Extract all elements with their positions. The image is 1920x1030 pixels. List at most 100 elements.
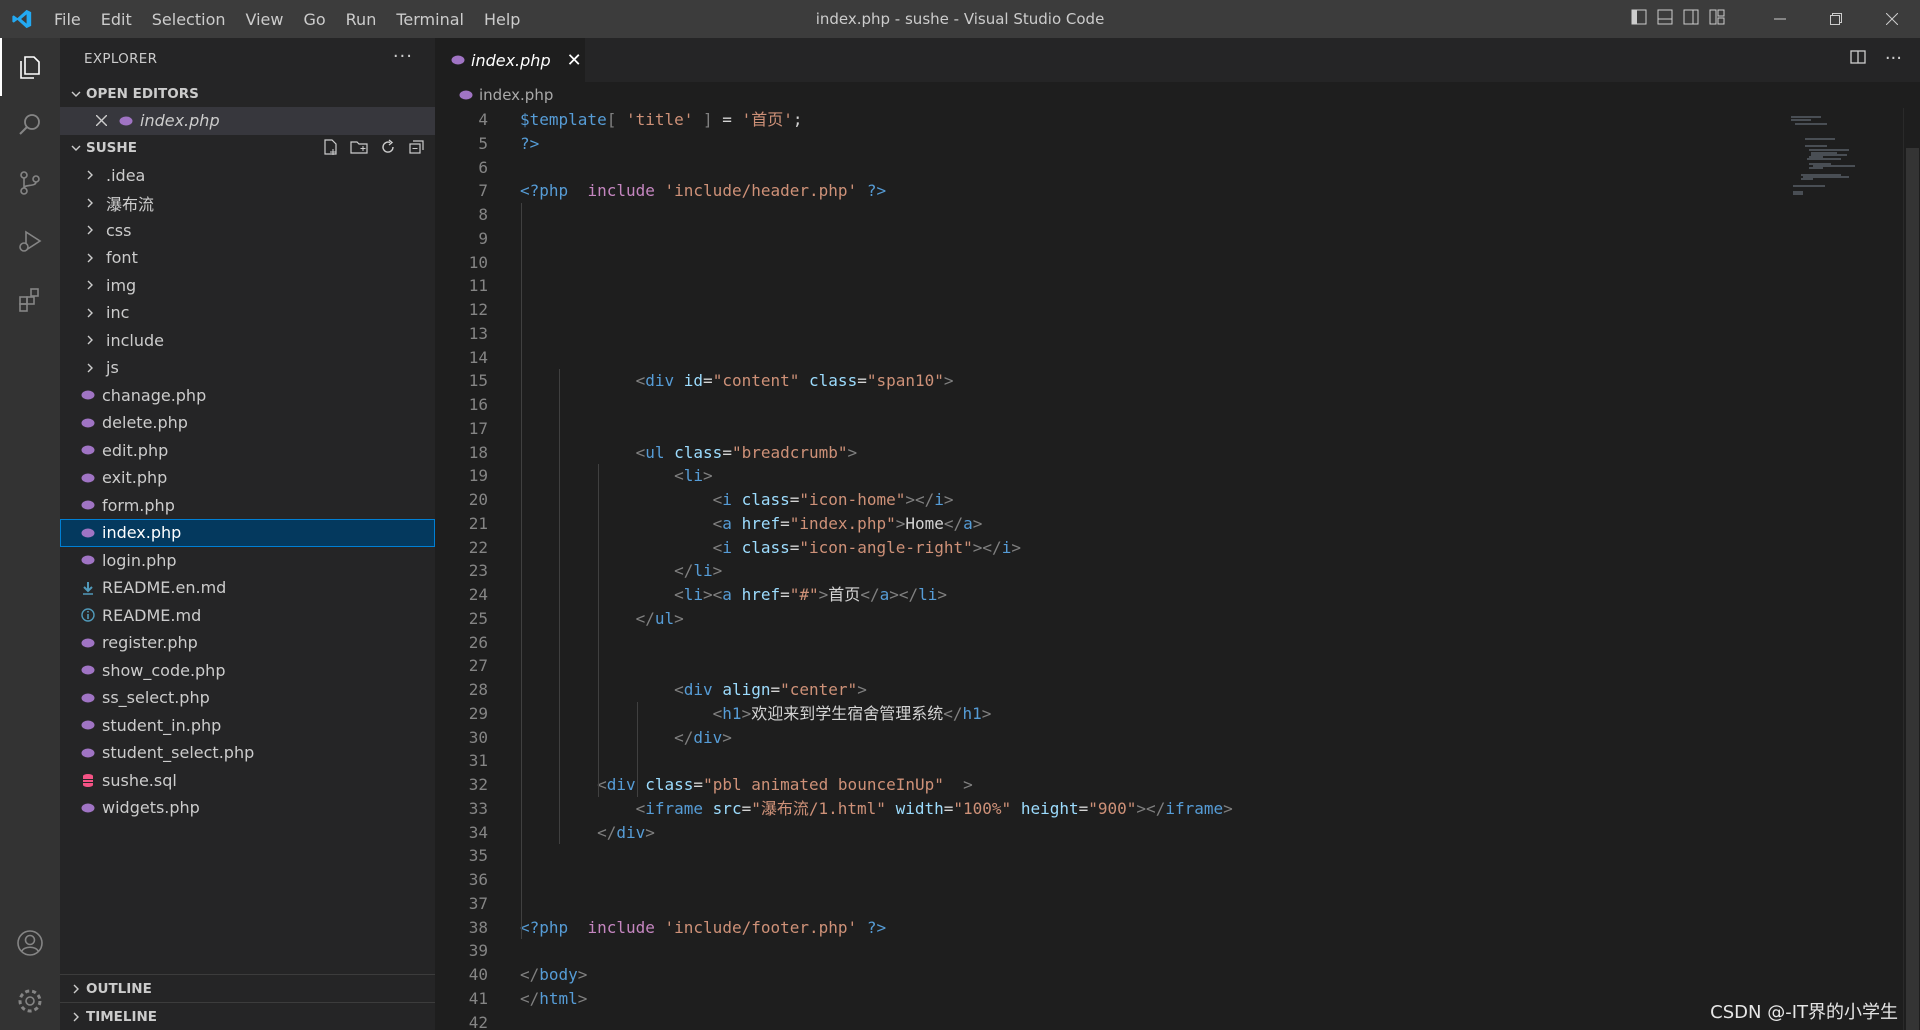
file-item[interactable]: exit.php [60, 464, 435, 492]
code-line[interactable]: 22 <i class="icon-angle-right"></i> [435, 536, 1785, 560]
file-item[interactable]: student_in.php [60, 712, 435, 740]
new-folder-icon[interactable] [349, 138, 369, 160]
toggle-panel-icon[interactable] [1656, 8, 1674, 30]
collapse-all-icon[interactable] [407, 138, 425, 160]
code-line[interactable]: 6 [435, 156, 1785, 180]
close-window-button[interactable] [1864, 0, 1920, 38]
folder-item[interactable]: include [60, 327, 435, 355]
menu-item-file[interactable]: File [44, 10, 91, 29]
refresh-icon[interactable] [379, 138, 397, 160]
file-item[interactable]: index.php [60, 519, 435, 547]
folder-item[interactable]: font [60, 244, 435, 272]
folder-item[interactable]: .idea [60, 162, 435, 190]
minimize-button[interactable] [1752, 0, 1808, 38]
folder-item[interactable]: js [60, 354, 435, 382]
breadcrumb-file[interactable]: index.php [479, 86, 553, 104]
more-actions-icon[interactable]: ··· [393, 46, 413, 67]
minimap[interactable] [1785, 108, 1903, 1030]
explorer-files-icon[interactable] [0, 38, 60, 96]
code-line[interactable]: 11 [435, 274, 1785, 298]
menu-item-selection[interactable]: Selection [142, 10, 236, 29]
code-line[interactable]: 27 [435, 654, 1785, 678]
customize-layout-icon[interactable] [1708, 8, 1726, 30]
vertical-scrollbar[interactable] [1903, 108, 1920, 1030]
folder-item[interactable]: inc [60, 299, 435, 327]
settings-gear-icon[interactable] [0, 972, 60, 1030]
toggle-secondary-sidebar-icon[interactable] [1682, 8, 1700, 30]
toggle-primary-sidebar-icon[interactable] [1630, 8, 1648, 30]
code-line[interactable]: 5 ?> [435, 132, 1785, 156]
code-line[interactable]: 8 [435, 203, 1785, 227]
code-line[interactable]: 21 <a href="index.php">Home</a> [435, 512, 1785, 536]
file-item[interactable]: delete.php [60, 409, 435, 437]
code-line[interactable]: 18 <ul class="breadcrumb"> [435, 441, 1785, 465]
more-actions-icon[interactable]: ··· [1885, 48, 1902, 70]
run-debug-icon[interactable] [0, 212, 60, 270]
code-line[interactable]: 33 <iframe src="瀑布流/1.html" width="100%"… [435, 797, 1785, 821]
restore-button[interactable] [1808, 0, 1864, 38]
file-item[interactable]: ss_select.php [60, 684, 435, 712]
code-line[interactable]: 28 <div align="center"> [435, 678, 1785, 702]
code-line[interactable]: 9 [435, 227, 1785, 251]
search-icon[interactable] [0, 96, 60, 154]
file-item[interactable]: chanage.php [60, 382, 435, 410]
file-item[interactable]: show_code.php [60, 657, 435, 685]
code-line[interactable]: 34 </div> [435, 821, 1785, 845]
code-line[interactable]: 40 </body> [435, 963, 1785, 987]
code-line[interactable]: 38 <?php include 'include/footer.php' ?> [435, 916, 1785, 940]
project-section[interactable]: SUSHE [60, 135, 435, 162]
source-control-icon[interactable] [0, 154, 60, 212]
file-item[interactable]: login.php [60, 547, 435, 575]
account-icon[interactable] [0, 914, 60, 972]
code-line[interactable]: 36 [435, 868, 1785, 892]
code-line[interactable]: 19 <li> [435, 464, 1785, 488]
menu-item-terminal[interactable]: Terminal [386, 10, 474, 29]
file-item[interactable]: README.md [60, 602, 435, 630]
menu-item-run[interactable]: Run [336, 10, 387, 29]
file-item[interactable]: register.php [60, 629, 435, 657]
code-line[interactable]: 42 [435, 1011, 1785, 1030]
code-line[interactable]: 15 <div id="content" class="span10"> [435, 369, 1785, 393]
open-editor-item[interactable]: index.php [60, 107, 435, 135]
outline-section[interactable]: OUTLINE [60, 974, 435, 1002]
close-icon[interactable] [92, 115, 110, 127]
menu-item-view[interactable]: View [236, 10, 294, 29]
split-editor-icon[interactable] [1849, 48, 1867, 70]
code-line[interactable]: 35 [435, 844, 1785, 868]
open-editors-section[interactable]: OPEN EDITORS [60, 80, 435, 107]
folder-item[interactable]: img [60, 272, 435, 300]
timeline-section[interactable]: TIMELINE [60, 1002, 435, 1030]
folder-item[interactable]: 瀑布流 [60, 189, 435, 217]
extensions-icon[interactable] [0, 270, 60, 328]
code-line[interactable]: 16 [435, 393, 1785, 417]
file-item[interactable]: student_select.php [60, 739, 435, 767]
menu-item-help[interactable]: Help [474, 10, 530, 29]
code-line[interactable]: 14 [435, 346, 1785, 370]
scrollbar-thumb[interactable] [1906, 148, 1919, 1030]
code-line[interactable]: 12 [435, 298, 1785, 322]
menu-item-edit[interactable]: Edit [91, 10, 142, 29]
file-item[interactable]: widgets.php [60, 794, 435, 822]
folder-item[interactable]: css [60, 217, 435, 245]
code-line[interactable]: 10 [435, 251, 1785, 275]
code-line[interactable]: 4 $template[ 'title' ] = '首页'; [435, 108, 1785, 132]
menu-item-go[interactable]: Go [293, 10, 335, 29]
code-line[interactable]: 7 <?php include 'include/header.php' ?> [435, 179, 1785, 203]
close-tab-icon[interactable]: ✕ [567, 50, 582, 71]
code-line[interactable]: 39 [435, 939, 1785, 963]
code-editor[interactable]: 4 $template[ 'title' ] = '首页'; 5 ?> 6 7 <?php … [435, 108, 1785, 1030]
file-item[interactable]: form.php [60, 492, 435, 520]
file-item[interactable]: sushe.sql [60, 767, 435, 795]
code-line[interactable]: 25 </ul> [435, 607, 1785, 631]
code-line[interactable]: 24 <li><a href="#">首页</a></li> [435, 583, 1785, 607]
code-line[interactable]: 37 [435, 892, 1785, 916]
new-file-icon[interactable] [321, 138, 339, 160]
code-line[interactable]: 13 [435, 322, 1785, 346]
code-line[interactable]: 41 </html> [435, 987, 1785, 1011]
code-line[interactable]: 23 </li> [435, 559, 1785, 583]
tab-index-php[interactable]: index.php ✕ [435, 38, 585, 82]
file-item[interactable]: edit.php [60, 437, 435, 465]
code-line[interactable]: 20 <i class="icon-home"></i> [435, 488, 1785, 512]
code-line[interactable]: 17 [435, 417, 1785, 441]
file-item[interactable]: README.en.md [60, 574, 435, 602]
